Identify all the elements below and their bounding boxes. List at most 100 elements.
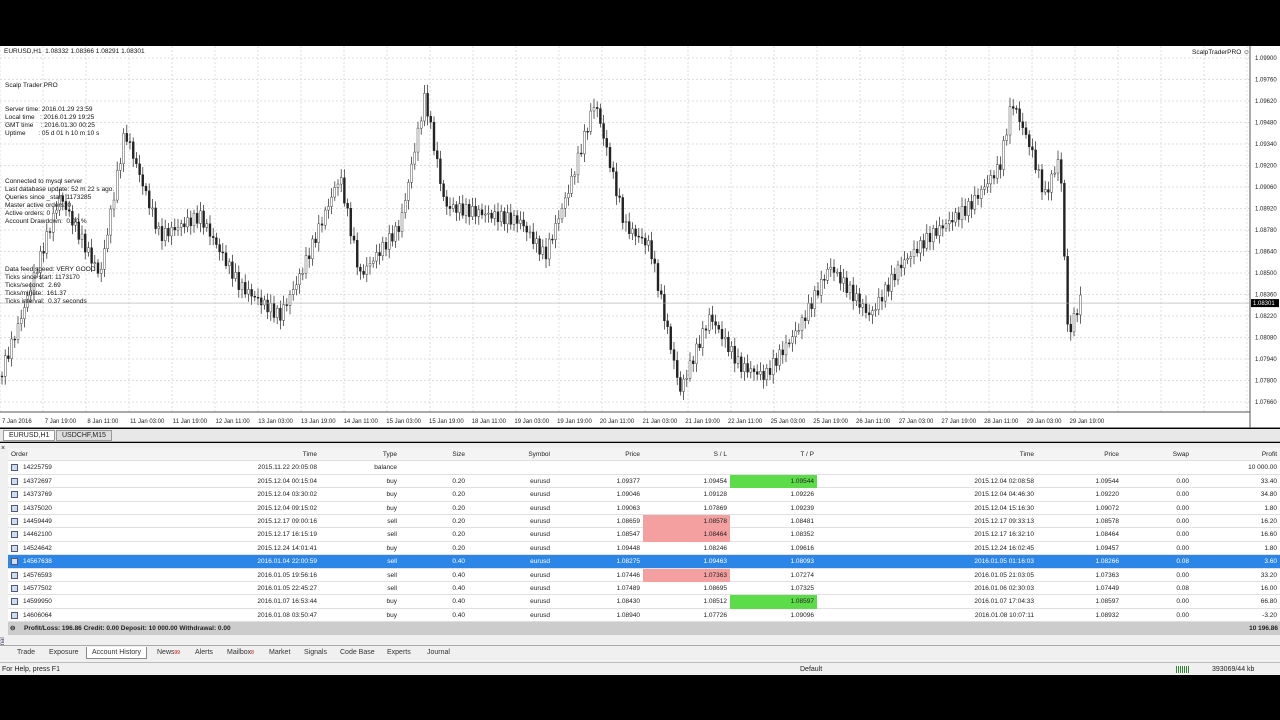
table-row[interactable]: 14375020 2015.12.04 09:15:02 buy 0.20 eurusd…	[8, 501, 1280, 515]
candle-body	[592, 107, 596, 112]
table-row[interactable]: 14576593 2016.01.05 19:56:16 sell 0.40 eurus…	[8, 568, 1280, 582]
candle-body	[736, 356, 740, 364]
tab-account-history[interactable]: Account History	[86, 647, 148, 659]
candle-body	[765, 368, 768, 380]
candle-body	[496, 211, 500, 222]
candle-body	[195, 212, 199, 224]
column-header[interactable]: S / L	[643, 448, 730, 461]
tab-label: Code Base	[340, 649, 375, 656]
candle-body	[964, 206, 967, 216]
column-header[interactable]: Price	[1037, 448, 1122, 461]
table-cell	[400, 461, 468, 474]
order-icon	[11, 504, 18, 512]
table-cell: 10 000.00	[1248, 464, 1277, 472]
table-cell: 1.08266	[1095, 558, 1120, 566]
bottom-letterbox	[0, 676, 1280, 720]
table-cell: 14373769	[23, 491, 52, 499]
candle-body	[762, 371, 765, 380]
candle-body	[570, 176, 573, 194]
candle-body	[183, 223, 186, 228]
time-tick-label: 12 Jan 11:00	[216, 419, 251, 425]
table-row[interactable]: 14372697 2015.12.04 00:15:04 buy 0.20 eurusd…	[8, 474, 1280, 489]
table-cell: 14599950	[23, 598, 52, 606]
tab-alerts[interactable]: Alerts	[190, 647, 218, 659]
profile-name: Default	[800, 666, 823, 673]
column-header[interactable]: Order	[8, 448, 120, 461]
tab-news[interactable]: News99	[152, 647, 185, 659]
chart-tab-usdchf[interactable]: USDCHF,M15	[56, 430, 112, 441]
candle-body	[522, 219, 525, 227]
candle-body	[436, 150, 439, 160]
candle-body	[147, 190, 151, 209]
table-row[interactable]: 14606064 2016.01.08 03:50:47 buy 0.40 eurusd…	[8, 608, 1280, 623]
candlestick-chart[interactable]: 1.09900 1.09760 1.09620 1.09480 1.09340 1.092…	[0, 46, 1280, 428]
candle-body	[935, 228, 938, 236]
candle-body	[660, 290, 663, 295]
candle-body	[378, 252, 381, 256]
candle-body	[743, 363, 746, 372]
candle-body	[884, 284, 887, 302]
candle-body	[631, 228, 634, 234]
candle-body	[157, 226, 161, 229]
candle-body	[832, 266, 836, 273]
column-header[interactable]: Time	[817, 448, 1037, 461]
column-header[interactable]: Swap	[1122, 448, 1192, 461]
candle-body	[858, 293, 861, 308]
candle-body	[1031, 146, 1034, 151]
candle-body	[804, 317, 807, 321]
candle-body	[272, 303, 276, 318]
column-header[interactable]: Size	[400, 448, 468, 461]
tab-experts[interactable]: Experts	[382, 647, 416, 659]
column-header[interactable]: Price	[553, 448, 643, 461]
column-header[interactable]: Symbol	[468, 448, 553, 461]
table-row[interactable]: 14524642 2015.12.24 14:01:41 buy 0.20 eurusd…	[8, 541, 1280, 556]
price-chart[interactable]: 1.09900 1.09760 1.09620 1.09480 1.09340 1.092…	[0, 46, 1280, 428]
candle-body	[676, 360, 679, 378]
candle-body	[583, 131, 586, 155]
close-icon[interactable]: ×	[1, 445, 5, 452]
time-tick-label: 18 Jan 11:00	[472, 419, 507, 425]
candle-body	[372, 260, 375, 264]
table-row[interactable]: 14459449 2015.12.17 09:00:16 sell 0.20 eurus…	[8, 515, 1280, 529]
tab-journal[interactable]: Journal	[422, 647, 455, 659]
candle-body	[16, 323, 20, 340]
candle-body	[756, 371, 759, 375]
table-row[interactable]: 14462100 2015.12.17 16:15:19 sell 0.20 eurus…	[8, 528, 1280, 542]
table-cell: 0.40	[452, 571, 465, 579]
time-tick-label: 20 Jan 11:00	[600, 419, 635, 425]
candle-body	[407, 182, 410, 201]
price-tick-label: 1.09200	[1255, 164, 1277, 170]
column-header[interactable]: Type	[320, 448, 400, 461]
candle-body	[1079, 294, 1082, 316]
candle-body	[135, 158, 138, 164]
metatrader-window: 1.09900 1.09760 1.09620 1.09480 1.09340 1.092…	[0, 0, 1280, 720]
tab-signals[interactable]: Signals	[299, 647, 332, 659]
candle-body	[1056, 159, 1060, 174]
tab-exposure[interactable]: Exposure	[44, 647, 84, 659]
candle-body	[512, 215, 516, 225]
candle-body	[308, 255, 311, 260]
table-cell: 1.09226	[790, 491, 815, 499]
column-header[interactable]: Time	[120, 448, 320, 461]
candle-body	[279, 307, 282, 321]
candle-body	[189, 217, 193, 227]
chart-tab-eurusd[interactable]: EURUSD,H1	[3, 430, 56, 441]
tab-label: Journal	[427, 649, 450, 656]
tab-market[interactable]: Market	[264, 647, 295, 659]
column-header[interactable]: Profit	[1192, 448, 1280, 461]
tab-trade[interactable]: Trade	[12, 647, 40, 659]
table-row[interactable]: 14373769 2015.12.04 03:30:02 buy 0.20 eurusd…	[8, 488, 1280, 502]
table-row[interactable]: 14225759 2015.11.22 20:05:08 balance 10 000…	[8, 461, 1280, 475]
tab-mailbox[interactable]: Mailbox8	[222, 647, 259, 659]
indicator-line: Queries since _start: 1173285	[5, 194, 92, 201]
table-row[interactable]: 14577502 2016.01.05 22:45:27 sell 0.40 eurus…	[8, 582, 1280, 596]
time-tick-label: 8 Jan 11:00	[87, 419, 119, 425]
tab-code-base[interactable]: Code Base	[335, 647, 380, 659]
table-cell: 0.20	[452, 504, 465, 512]
table-cell: 0.08	[1176, 585, 1189, 592]
table-row[interactable]: 14599950 2016.01.07 16:53:44 buy 0.40 eurusd…	[8, 595, 1280, 609]
candle-body	[381, 242, 384, 256]
table-cell	[817, 461, 1037, 474]
column-header[interactable]: T / P	[730, 448, 817, 461]
table-row[interactable]: 14567638 2016.01.04 22:00:59 sell 0.40 eurus…	[8, 555, 1280, 569]
